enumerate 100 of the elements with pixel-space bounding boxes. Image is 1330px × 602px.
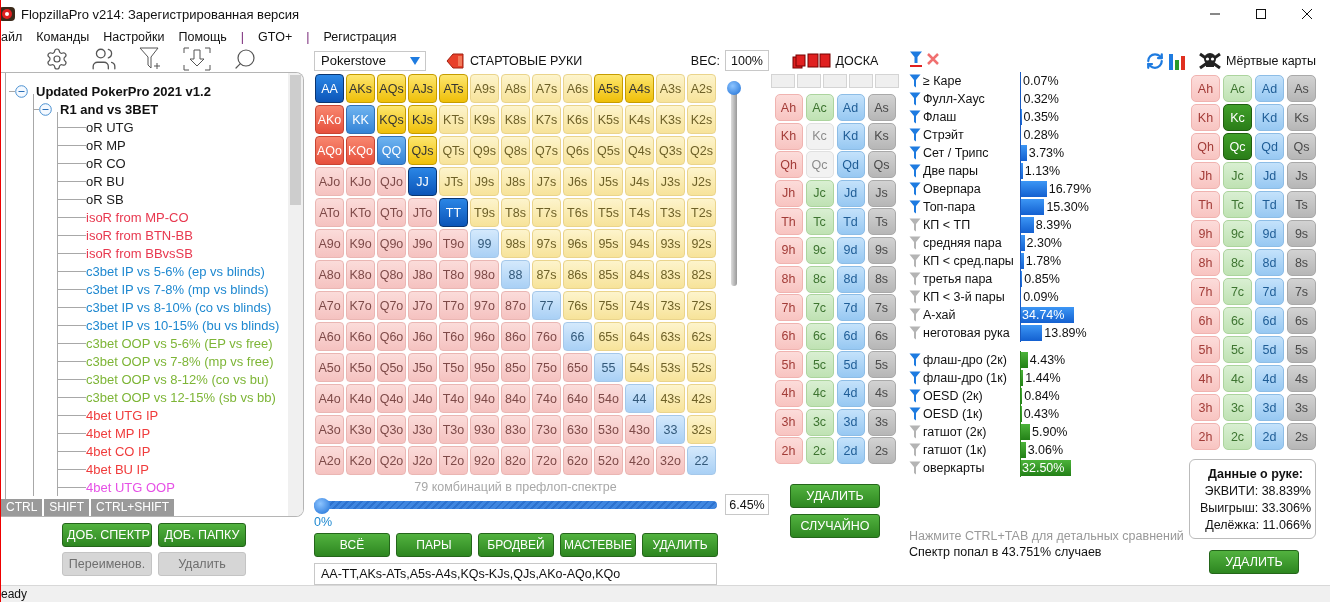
board-card[interactable]: 7s	[867, 294, 896, 322]
dead-card[interactable]: 9c	[1223, 220, 1252, 247]
hand-cell[interactable]: Q9o	[377, 229, 406, 259]
hand-cell[interactable]: 62o	[563, 446, 592, 476]
filter-icon[interactable]	[909, 371, 921, 385]
hand-cell[interactable]: 75o	[532, 353, 561, 383]
hand-cell[interactable]: A2o	[315, 446, 344, 476]
dead-card[interactable]: 5d	[1255, 336, 1284, 363]
dead-card[interactable]: Th	[1191, 191, 1220, 218]
board-card[interactable]: Ks	[867, 122, 896, 150]
hand-cell[interactable]: 82o	[501, 446, 530, 476]
hand-cell[interactable]: 76s	[563, 291, 592, 321]
hand-cell[interactable]: TT	[439, 198, 468, 228]
modifier-key-tab[interactable]: CTRL+SHIFT	[91, 499, 175, 516]
hand-cell[interactable]: Q5o	[377, 353, 406, 383]
hand-cell[interactable]: 96s	[563, 229, 592, 259]
hand-cell[interactable]: 75s	[594, 291, 623, 321]
dead-card[interactable]: Kd	[1255, 104, 1284, 131]
hand-cell[interactable]: KQs	[377, 105, 406, 135]
dead-card[interactable]: 3h	[1191, 394, 1220, 421]
weight-field[interactable]: 100%	[725, 50, 769, 72]
range-button[interactable]: МАСТЕВЫЕ	[560, 533, 636, 558]
hand-cell[interactable]: J8o	[408, 260, 437, 290]
range-item[interactable]: c3bet IP vs 8-10% (co vs blinds)	[86, 299, 272, 315]
hand-cell[interactable]: A6o	[315, 322, 344, 352]
hand-cell[interactable]: A9s	[470, 74, 499, 104]
hand-cell[interactable]: 83s	[656, 260, 685, 290]
folder-label[interactable]: Updated PokerPro 2021 v1.2	[36, 83, 211, 99]
hand-cell[interactable]: 98o	[470, 260, 499, 290]
filter-icon[interactable]	[909, 146, 921, 160]
menu-item[interactable]: Команды	[36, 30, 90, 44]
dead-card[interactable]: Ah	[1191, 75, 1220, 102]
hand-cell[interactable]: T3s	[656, 198, 685, 228]
board-card[interactable]: 8c	[805, 265, 834, 293]
dead-card[interactable]: Ac	[1223, 75, 1252, 102]
board-card[interactable]: Ac	[805, 94, 834, 121]
hand-cell[interactable]: 54o	[594, 384, 623, 414]
hand-cell[interactable]: T6o	[439, 322, 468, 352]
dead-card[interactable]: Qh	[1191, 133, 1220, 160]
import-icon[interactable]	[183, 47, 211, 71]
hand-cell[interactable]: 87s	[532, 260, 561, 290]
hand-cell[interactable]: 86o	[501, 322, 530, 352]
hand-cell[interactable]: KTo	[346, 198, 375, 228]
hand-cell[interactable]: 43o	[625, 415, 654, 445]
menu-item[interactable]: Настройки	[103, 30, 165, 44]
board-card[interactable]: 4h	[774, 379, 803, 407]
hand-cell[interactable]: 32s	[687, 415, 716, 445]
board-card[interactable]: 9d	[836, 236, 865, 264]
hand-cell[interactable]: QTo	[377, 198, 406, 228]
dead-card[interactable]: 6c	[1223, 307, 1252, 334]
slider-thumb[interactable]	[727, 81, 741, 96]
dead-card[interactable]: 3d	[1255, 394, 1284, 421]
folder-label[interactable]: R1 and vs 3BET	[60, 101, 159, 117]
hand-cell[interactable]: 65s	[594, 322, 623, 352]
range-item[interactable]: 4bet UTG OOP	[86, 479, 175, 495]
hand-cell[interactable]: 83o	[501, 415, 530, 445]
hand-cell[interactable]: 84o	[501, 384, 530, 414]
hand-cell[interactable]: 94s	[625, 229, 654, 259]
board-card[interactable]: 5d	[836, 351, 865, 379]
hand-cell[interactable]: 54s	[625, 353, 654, 383]
hand-cell[interactable]: 52s	[687, 353, 716, 383]
hand-cell[interactable]: Q8o	[377, 260, 406, 290]
hand-cell[interactable]: JJ	[408, 167, 437, 197]
board-card[interactable]: 7c	[805, 294, 834, 322]
hand-cell[interactable]: J3o	[408, 415, 437, 445]
dead-card[interactable]: 8d	[1255, 249, 1284, 276]
dead-card[interactable]: 6s	[1287, 307, 1316, 334]
dead-card[interactable]: 7h	[1191, 278, 1220, 305]
board-card[interactable]: 9c	[805, 236, 834, 264]
hand-cell[interactable]: K3o	[346, 415, 375, 445]
hand-cell[interactable]: K6s	[563, 105, 592, 135]
hand-cell[interactable]: QJs	[408, 136, 437, 166]
hand-cell[interactable]: 94o	[470, 384, 499, 414]
dead-card[interactable]: Qs	[1287, 133, 1316, 160]
filter-icon[interactable]	[909, 74, 921, 88]
board-card[interactable]: 2h	[774, 437, 803, 465]
hand-cell[interactable]: Q7o	[377, 291, 406, 321]
hand-cell[interactable]: K7o	[346, 291, 375, 321]
board-card[interactable]: 4s	[867, 379, 896, 407]
hand-cell[interactable]: J9s	[470, 167, 499, 197]
hand-cell[interactable]: 32o	[656, 446, 685, 476]
board-card[interactable]: 7d	[836, 294, 865, 322]
dead-card[interactable]: 5c	[1223, 336, 1252, 363]
settings-icon[interactable]	[45, 47, 69, 71]
hand-cell[interactable]: 53s	[656, 353, 685, 383]
hand-cell[interactable]: 74s	[625, 291, 654, 321]
hand-cell[interactable]: 64o	[563, 384, 592, 414]
hand-cell[interactable]: K9s	[470, 105, 499, 135]
board-card[interactable]: 8s	[867, 265, 896, 293]
hand-cell[interactable]: T2o	[439, 446, 468, 476]
hand-cell[interactable]: 88	[501, 260, 530, 290]
range-item[interactable]: 4bet CO IP	[86, 443, 151, 459]
hand-cell[interactable]: J4s	[625, 167, 654, 197]
filter-icon[interactable]	[909, 51, 923, 67]
collapse-icon[interactable]	[39, 102, 52, 116]
hand-cell[interactable]: QTs	[439, 136, 468, 166]
weight-slider[interactable]	[727, 81, 741, 287]
hand-cell[interactable]: 95o	[470, 353, 499, 383]
dead-card[interactable]: 2d	[1255, 423, 1284, 450]
board-card[interactable]: Qd	[836, 151, 865, 179]
